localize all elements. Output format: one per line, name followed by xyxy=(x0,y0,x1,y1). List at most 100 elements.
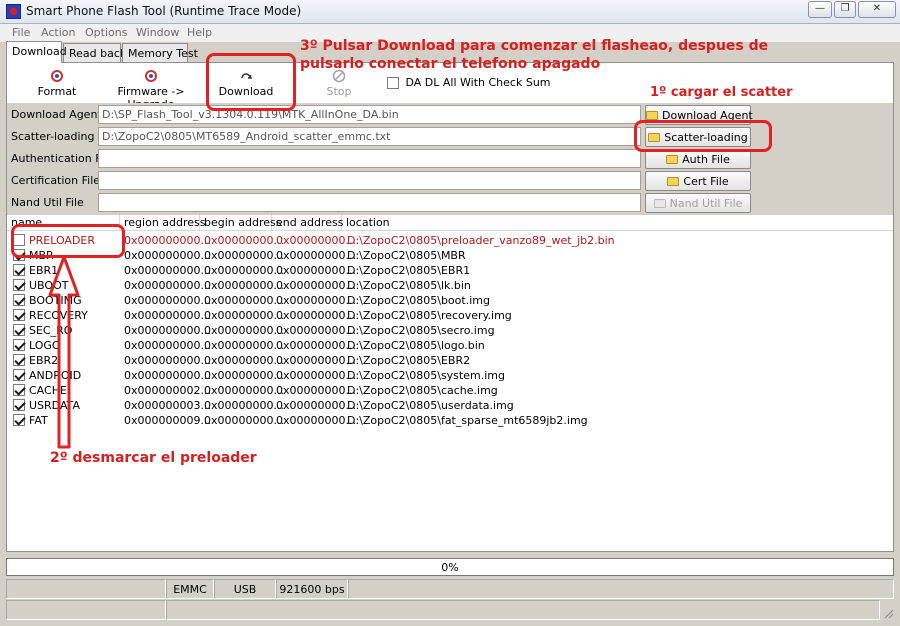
row-region-address: 0x000000000... xyxy=(124,234,211,247)
close-icon: ✕ xyxy=(872,3,882,14)
folder-icon xyxy=(667,177,680,186)
nand-label: Nand Util File xyxy=(11,196,84,209)
row-begin-address: 0x00000000... xyxy=(204,324,284,337)
status-bar: EMMC USB 921600 bps xyxy=(0,579,900,626)
row-region-address: 0x000000003... xyxy=(124,399,211,412)
row-end-address: 0x00000000... xyxy=(276,339,356,352)
row-end-address: 0x00000000... xyxy=(276,294,356,307)
auth-file-button[interactable]: Auth File xyxy=(645,149,751,169)
cert-field[interactable] xyxy=(98,171,641,190)
cert-row: Certification File Cert File xyxy=(7,170,893,192)
table-row[interactable]: PRELOADER 0x000000000... 0x00000000... 0x00… xyxy=(7,233,893,248)
resize-grip-icon[interactable] xyxy=(882,607,894,619)
tab-read-back[interactable]: Read back xyxy=(63,43,126,63)
close-button[interactable]: ✕ xyxy=(858,1,896,18)
firmware-icon xyxy=(145,70,157,82)
nand-util-button[interactable]: Nand Util File xyxy=(645,193,751,213)
table-row[interactable]: CACHE 0x000000002... 0x00000000... 0x000000… xyxy=(7,383,893,398)
row-checkbox[interactable] xyxy=(13,279,25,291)
menu-help[interactable]: Help xyxy=(187,26,212,39)
scatter-field[interactable]: D:\ZopoC2\0805\MT6589_Android_scatter_em… xyxy=(98,127,641,146)
format-button[interactable]: Format xyxy=(27,69,87,98)
minimize-icon: — xyxy=(815,3,825,14)
column-location[interactable]: location xyxy=(342,215,893,231)
progress-bar: 0% xyxy=(6,558,894,576)
table-row[interactable]: BOOTIMG 0x000000000... 0x00000000... 0x0000… xyxy=(7,293,893,308)
row-checkbox[interactable] xyxy=(13,264,25,276)
window-title: Smart Phone Flash Tool (Runtime Trace Mo… xyxy=(26,4,302,18)
column-begin-address[interactable]: begin address xyxy=(200,215,281,231)
progress-label: 0% xyxy=(441,561,459,574)
row-location: D:\ZopoC2\0805\EBR1 xyxy=(347,264,471,277)
status-storage: EMMC xyxy=(166,579,214,599)
nand-button-label: Nand Util File xyxy=(669,197,743,210)
cert-file-button[interactable]: Cert File xyxy=(645,171,751,191)
row-checkbox[interactable] xyxy=(13,354,25,366)
table-row[interactable]: FAT 0x000000009... 0x00000000... 0x00000000… xyxy=(7,413,893,428)
row-checkbox[interactable] xyxy=(13,309,25,321)
table-row[interactable]: EBR1 0x000000000... 0x00000000... 0x0000000… xyxy=(7,263,893,278)
row-region-address: 0x000000009... xyxy=(124,414,211,427)
row-region-address: 0x000000000... xyxy=(124,249,211,262)
column-end-address[interactable]: end address xyxy=(272,215,343,231)
row-end-address: 0x00000000... xyxy=(276,324,356,337)
row-checkbox[interactable] xyxy=(13,384,25,396)
auth-field[interactable] xyxy=(98,149,641,168)
column-region-address[interactable]: region address xyxy=(120,215,206,231)
row-location: D:\ZopoC2\0805\preloader_vanzo89_wet_jb2… xyxy=(347,234,615,247)
stop-button[interactable]: Stop xyxy=(319,69,359,98)
format-label: Format xyxy=(37,85,77,98)
table-row[interactable]: LOGO 0x000000000... 0x00000000... 0x0000000… xyxy=(7,338,893,353)
tab-download[interactable]: Download xyxy=(6,41,67,63)
row-begin-address: 0x00000000... xyxy=(204,234,284,247)
row-location: D:\ZopoC2\0805\boot.img xyxy=(347,294,490,307)
row-end-address: 0x00000000... xyxy=(276,399,356,412)
row-location: D:\ZopoC2\0805\fat_sparse_mt6589jb2.img xyxy=(347,414,588,427)
download-agent-label: Download Agent xyxy=(11,108,102,121)
title-bar: Smart Phone Flash Tool (Runtime Trace Mo… xyxy=(0,0,900,24)
table-row[interactable]: ANDROID 0x000000000... 0x00000000... 0x0000… xyxy=(7,368,893,383)
checksum-option[interactable]: DA DL All With Check Sum xyxy=(387,76,551,89)
menu-options[interactable]: Options xyxy=(85,26,127,39)
table-row[interactable]: UBOOT 0x000000000... 0x00000000... 0x000000… xyxy=(7,278,893,293)
partition-table: name region address begin address end ad… xyxy=(7,215,893,551)
restore-button[interactable]: ❐ xyxy=(834,1,856,18)
row-checkbox[interactable] xyxy=(13,294,25,306)
row-checkbox[interactable] xyxy=(13,399,25,411)
nand-row: Nand Util File Nand Util File xyxy=(7,192,893,214)
checksum-label: DA DL All With Check Sum xyxy=(405,76,551,89)
annotation-step2: 2º desmarcar el preloader xyxy=(50,450,257,466)
table-row[interactable]: USRDATA 0x000000003... 0x00000000... 0x0000… xyxy=(7,398,893,413)
row-region-address: 0x000000000... xyxy=(124,294,211,307)
minimize-button[interactable]: — xyxy=(808,1,832,18)
row-region-address: 0x000000000... xyxy=(124,264,211,277)
annotation-box-preloader xyxy=(11,224,125,258)
table-row[interactable]: RECOVERY 0x000000000... 0x00000000... 0x000… xyxy=(7,308,893,323)
download-agent-field[interactable]: D:\SP_Flash_Tool_v3.1304.0.119\MTK_AllIn… xyxy=(98,105,641,124)
menu-action[interactable]: Action xyxy=(41,26,75,39)
table-row[interactable]: MBR 0x000000000... 0x00000000... 0x00000000… xyxy=(7,248,893,263)
row-region-address: 0x000000002... xyxy=(124,384,211,397)
tab-memory-test[interactable]: Memory Test xyxy=(122,43,198,63)
row-checkbox[interactable] xyxy=(13,339,25,351)
status-baud: 921600 bps xyxy=(276,579,348,599)
row-region-address: 0x000000000... xyxy=(124,354,211,367)
restore-icon: ❐ xyxy=(840,3,850,14)
row-begin-address: 0x00000000... xyxy=(204,399,284,412)
table-row[interactable]: SEC_RO 0x000000000... 0x00000000... 0x00000… xyxy=(7,323,893,338)
nand-field[interactable] xyxy=(98,193,641,212)
table-row[interactable]: EBR2 0x000000000... 0x00000000... 0x0000000… xyxy=(7,353,893,368)
row-begin-address: 0x00000000... xyxy=(204,294,284,307)
row-location: D:\ZopoC2\0805\system.img xyxy=(347,369,505,382)
row-location: D:\ZopoC2\0805\userdata.img xyxy=(347,399,514,412)
cert-button-label: Cert File xyxy=(683,175,729,188)
row-checkbox[interactable] xyxy=(13,414,25,426)
annotation-step1: 1º cargar el scatter xyxy=(650,85,793,100)
row-begin-address: 0x00000000... xyxy=(204,414,284,427)
row-checkbox[interactable] xyxy=(13,369,25,381)
row-checkbox[interactable] xyxy=(13,324,25,336)
checksum-checkbox[interactable] xyxy=(387,77,399,89)
menu-file[interactable]: File xyxy=(12,26,30,39)
auth-button-label: Auth File xyxy=(682,153,730,166)
menu-window[interactable]: Window xyxy=(136,26,179,39)
